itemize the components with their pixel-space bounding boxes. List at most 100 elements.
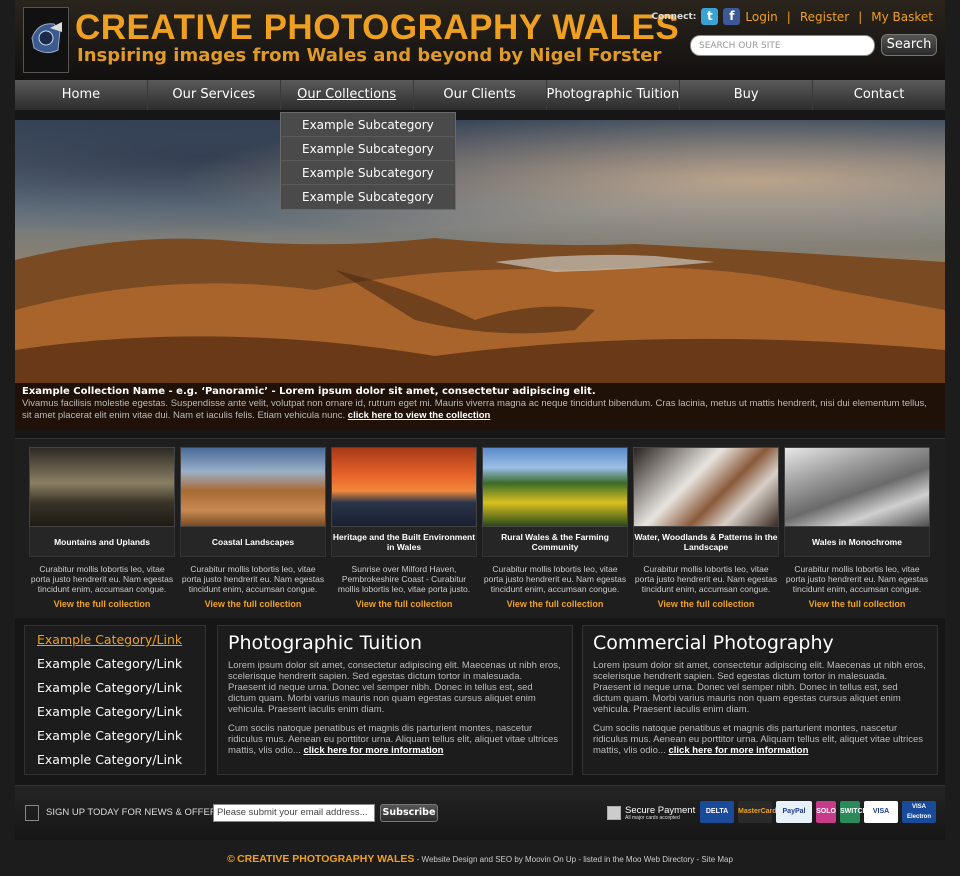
- category-list: Example Category/Link Example Category/L…: [24, 625, 206, 775]
- collection-image[interactable]: [784, 447, 930, 527]
- collections-grid: Mountains and Uplands Curabitur mollis l…: [15, 438, 945, 618]
- dropdown-item[interactable]: Example Subcategory: [281, 161, 455, 185]
- view-collection-link[interactable]: View the full collection: [29, 599, 175, 609]
- lock-icon: [607, 806, 621, 820]
- dropdown-item[interactable]: Example Subcategory: [281, 137, 455, 161]
- basket-link[interactable]: My Basket: [871, 10, 933, 24]
- nav-item-buy[interactable]: Buy: [680, 80, 814, 110]
- footer-brand[interactable]: CREATIVE PHOTOGRAPHY WALES: [237, 853, 414, 865]
- collection-title[interactable]: Wales in Monochrome: [784, 527, 930, 557]
- collection-desc: Sunrise over Milford Haven, Pembrokeshir…: [337, 564, 471, 594]
- collection-card: Rural Wales & the Farming Community Cura…: [482, 447, 628, 619]
- nav-item-contact[interactable]: Contact: [813, 80, 945, 110]
- collection-image[interactable]: [482, 447, 628, 527]
- page-wrapper: CREATIVE PHOTOGRAPHY WALES Inspiring ima…: [15, 0, 945, 840]
- collection-title[interactable]: Mountains and Uplands: [29, 527, 175, 557]
- nav-item-services[interactable]: Our Services: [148, 80, 281, 110]
- nav-label: Buy: [733, 87, 759, 102]
- collection-desc: Curabitur mollis lobortis leo, vitae por…: [30, 564, 174, 594]
- category-link[interactable]: Example Category/Link: [37, 750, 205, 774]
- facebook-icon[interactable]: f: [723, 8, 741, 25]
- email-field[interactable]: Please submit your email address...: [213, 804, 375, 822]
- collection-desc: Curabitur mollis lobortis leo, vitae por…: [483, 564, 627, 594]
- top-links: Connect: t f Login | Register | My Baske…: [651, 8, 933, 25]
- nav-item-collections[interactable]: Our Collections: [281, 80, 414, 110]
- collection-title[interactable]: Coastal Landscapes: [180, 527, 326, 557]
- twitter-icon[interactable]: t: [701, 8, 719, 25]
- collection-image[interactable]: [331, 447, 477, 527]
- hero-banner[interactable]: Example Collection Name - e.g. ‘Panorami…: [15, 120, 945, 430]
- collection-image[interactable]: [29, 447, 175, 527]
- copyright-symbol: ©: [227, 853, 235, 865]
- commercial-paragraph: Lorem ipsum dolor sit amet, consectetur …: [593, 660, 926, 715]
- commercial-panel: Commercial Photography Lorem ipsum dolor…: [582, 625, 938, 775]
- view-collection-link[interactable]: View the full collection: [633, 599, 779, 609]
- collection-card: Heritage and the Built Environment in Wa…: [331, 447, 477, 619]
- secure-payment: Secure Payment All major cards accepted: [607, 804, 697, 824]
- hero-caption: Example Collection Name - e.g. ‘Panorami…: [15, 383, 945, 430]
- category-link[interactable]: Example Category/Link: [37, 678, 205, 702]
- logo[interactable]: [23, 7, 69, 73]
- collection-desc: Curabitur mollis lobortis leo, vitae por…: [785, 564, 929, 594]
- switch-card-icon: SWITCH: [840, 801, 868, 823]
- main-nav: Home Our Services Our Collections Our Cl…: [15, 80, 945, 110]
- category-link[interactable]: Example Category/Link: [37, 702, 205, 726]
- dropdown-item[interactable]: Example Subcategory: [281, 185, 455, 209]
- category-link[interactable]: Example Category/Link: [37, 726, 205, 750]
- collection-image[interactable]: [633, 447, 779, 527]
- nav-item-home[interactable]: Home: [15, 80, 148, 110]
- view-collection-link[interactable]: View the full collection: [784, 599, 930, 609]
- divider: |: [786, 9, 791, 24]
- dropdown-item[interactable]: Example Subcategory: [281, 113, 455, 137]
- tuition-paragraph: Lorem ipsum dolor sit amet, consectetur …: [228, 660, 561, 715]
- category-link[interactable]: Example Category/Link: [37, 630, 205, 654]
- search-input[interactable]: SEARCH OUR SITE: [690, 35, 875, 56]
- view-collection-link[interactable]: View the full collection: [180, 599, 326, 609]
- collections-dropdown: Example Subcategory Example Subcategory …: [280, 112, 456, 210]
- site-title[interactable]: CREATIVE PHOTOGRAPHY WALES: [75, 8, 679, 48]
- newsletter-bar: SIGN UP TODAY FOR NEWS & OFFERS Please s…: [15, 785, 945, 840]
- delta-card-icon: DELTA: [700, 801, 734, 823]
- collection-desc: Curabitur mollis lobortis leo, vitae por…: [634, 564, 778, 594]
- secure-subtitle: All major cards accepted: [625, 815, 680, 821]
- collection-card: Wales in Monochrome Curabitur mollis lob…: [784, 447, 930, 619]
- login-link[interactable]: Login: [745, 10, 777, 24]
- nav-label: Our Collections: [297, 87, 397, 102]
- view-collection-link[interactable]: click here to view the collection: [348, 410, 491, 421]
- nav-item-tuition[interactable]: Photographic Tuition: [547, 80, 681, 110]
- caption-title: Example Collection Name - e.g. ‘Panorami…: [22, 386, 596, 397]
- collection-desc: Curabitur mollis lobortis leo, vitae por…: [181, 564, 325, 594]
- collection-card: Water, Woodlands & Patterns in the Lands…: [633, 447, 779, 619]
- more-info-link[interactable]: click here for more information: [669, 745, 809, 756]
- view-collection-link[interactable]: View the full collection: [482, 599, 628, 609]
- site-tagline: Inspiring images from Wales and beyond b…: [77, 45, 662, 66]
- footer-text[interactable]: - Website Design and SEO by Moovin On Up…: [414, 855, 733, 864]
- nav-item-clients[interactable]: Our Clients: [414, 80, 547, 110]
- register-link[interactable]: Register: [800, 10, 849, 24]
- nav-label: Photographic Tuition: [546, 87, 680, 102]
- nav-label: Contact: [853, 87, 905, 102]
- mastercard-icon: MasterCard: [738, 801, 777, 823]
- site-header: CREATIVE PHOTOGRAPHY WALES Inspiring ima…: [15, 0, 945, 80]
- collection-title[interactable]: Heritage and the Built Environment in Wa…: [331, 527, 477, 557]
- collection-title[interactable]: Rural Wales & the Farming Community: [482, 527, 628, 557]
- tuition-heading: Photographic Tuition: [228, 632, 423, 654]
- caption-text: Vivamus facilisis molestie egestas. Susp…: [22, 398, 938, 422]
- view-collection-link[interactable]: View the full collection: [331, 599, 477, 609]
- nav-label: Home: [61, 87, 101, 102]
- collection-title[interactable]: Water, Woodlands & Patterns in the Lands…: [633, 527, 779, 557]
- subscribe-button[interactable]: Subscribe: [380, 804, 438, 822]
- solo-card-icon: SOLO: [816, 801, 836, 823]
- collection-card: Mountains and Uplands Curabitur mollis l…: [29, 447, 175, 619]
- visa-card-icon: VISA: [864, 801, 898, 823]
- search-button[interactable]: Search: [881, 34, 937, 56]
- camera-logo-icon: [31, 22, 62, 54]
- collection-image[interactable]: [180, 447, 326, 527]
- category-link[interactable]: Example Category/Link: [37, 654, 205, 678]
- nav-label: Our Services: [172, 87, 256, 102]
- tuition-panel: Photographic Tuition Lorem ipsum dolor s…: [217, 625, 573, 775]
- divider: |: [858, 9, 863, 24]
- more-info-link[interactable]: click here for more information: [304, 745, 444, 756]
- collection-card: Coastal Landscapes Curabitur mollis lobo…: [180, 447, 326, 619]
- nav-label: Our Clients: [443, 87, 516, 102]
